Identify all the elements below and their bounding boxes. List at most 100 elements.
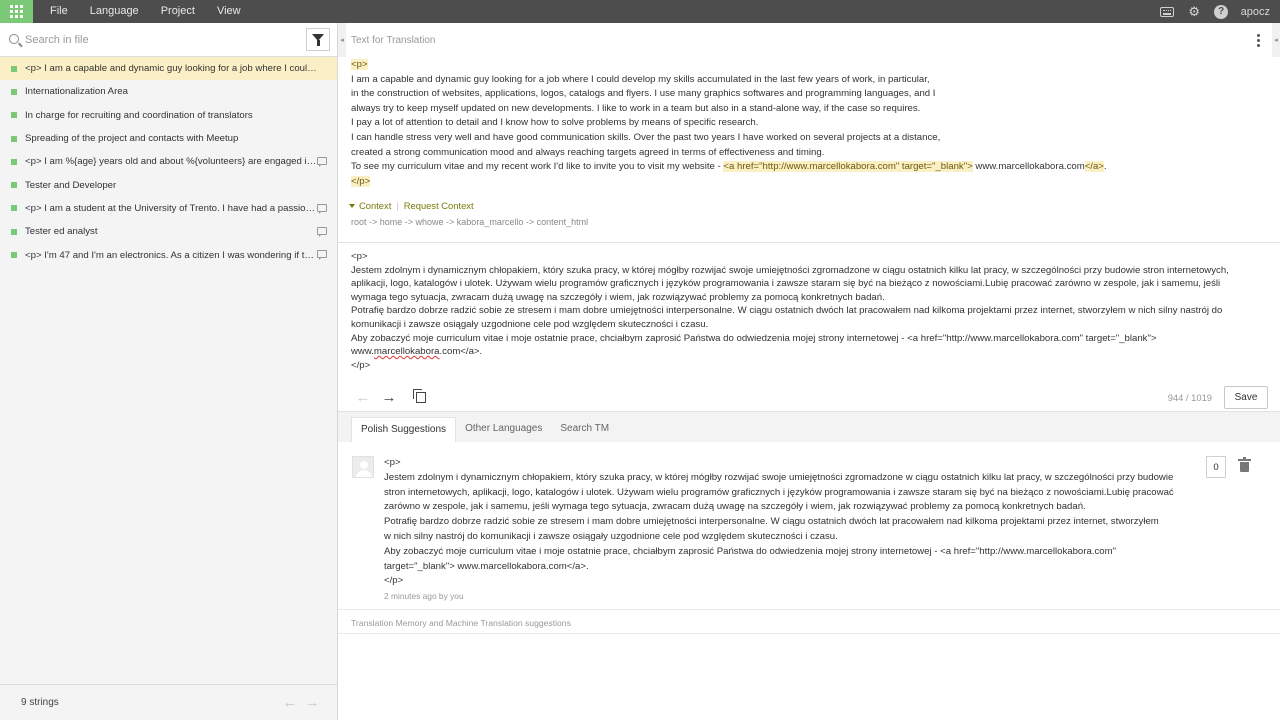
collapse-panel-handle[interactable]: ◂ (1272, 23, 1280, 57)
apps-menu-button[interactable] (0, 0, 33, 23)
top-bar: File Language Project View ⚙ ? apocz (0, 0, 1280, 23)
copy-source-button[interactable] (408, 384, 434, 410)
target-url-prefix: www. (351, 346, 374, 358)
search-input[interactable] (25, 24, 290, 55)
entity-text: Spreading of the project and contacts wi… (25, 133, 239, 145)
entity-text: <p> I am a capable and dynamic guy looki… (25, 63, 317, 75)
target-line: wymaga tego sytuacja, zwracam dużą uwagę… (351, 291, 885, 303)
menu-file[interactable]: File (39, 0, 79, 23)
copy-icon (413, 388, 426, 403)
target-line: Jestem zdolnym i dynamicznym chłopakiem,… (351, 264, 1229, 276)
target-line: aplikacji, logo, katalogów i ulotek. Uży… (351, 278, 1221, 290)
entity-list-item[interactable]: Internationalization Area (0, 80, 337, 103)
user-menu[interactable]: apocz (1235, 6, 1280, 18)
tm-suggestions-header: Translation Memory and Machine Translati… (351, 618, 571, 628)
suggestion-meta: 2 minutes ago by you (384, 591, 464, 601)
settings-button[interactable]: ⚙ (1181, 0, 1208, 23)
comment-icon (317, 250, 327, 261)
target-line: Potrafię bardzo dobrze radzić sobie ze s… (351, 305, 1223, 317)
suggestion-line: target="_blank"> www.marcellokabora.com<… (384, 560, 589, 572)
comment-icon (317, 203, 327, 214)
translated-status-icon (11, 228, 17, 235)
character-counter: 944 / 1019 (1167, 391, 1212, 403)
source-line: I can handle stress very well and have g… (351, 131, 941, 143)
sidebar-pagination: ← → (279, 694, 323, 711)
translated-status-icon (11, 252, 17, 259)
source-line: in the construction of websites, applica… (351, 88, 936, 100)
search-row (0, 23, 337, 57)
source-line: I pay a lot of attention to detail and I… (351, 117, 759, 129)
entity-list-item[interactable]: In charge for recruiting and coordinatio… (0, 104, 337, 127)
entity-list-item[interactable]: Spreading of the project and contacts wi… (0, 127, 337, 150)
keyboard-shortcuts-button[interactable] (1154, 0, 1181, 23)
menu-language[interactable]: Language (79, 0, 150, 23)
save-button[interactable]: Save (1224, 385, 1268, 409)
vote-count[interactable]: 0 (1206, 456, 1226, 478)
entity-list-item[interactable]: <p> I am %{age} years old and about %{vo… (0, 150, 337, 173)
top-right-tools: ⚙ ? apocz (1154, 0, 1280, 23)
request-context-link[interactable]: Request Context (404, 200, 474, 211)
suggestion-line: Aby zobaczyć moje curriculum vitae i moj… (384, 545, 1116, 557)
suggestion-line: stron internetowych, aplikacji, logo, ka… (384, 486, 1174, 498)
suggestion-line: </p> (384, 575, 404, 587)
entity-list-item[interactable]: <p> I am a student at the University of … (0, 197, 337, 220)
target-url-misspelled: marcellokabora (373, 346, 440, 358)
source-last-line: To see my curriculum vitae and my recent… (351, 160, 1251, 175)
strings-count: 9 strings (21, 697, 59, 708)
translated-status-icon (11, 112, 17, 119)
source-last-line-suffix: . (1103, 161, 1107, 173)
suggestion-line: Potrafię bardzo dobrze radzić sobie ze s… (384, 516, 1159, 528)
comment-icon (317, 157, 327, 168)
more-options-icon[interactable] (1257, 34, 1260, 47)
target-close-tag: </p> (351, 359, 371, 371)
divider (338, 609, 1280, 610)
translated-status-icon (11, 182, 17, 189)
source-close-tag: </p> (351, 175, 371, 187)
entity-list-item[interactable]: <p> I am a capable and dynamic guy looki… (0, 57, 337, 81)
editor-actions: ← → 944 / 1019 Save (338, 383, 1280, 411)
next-string-arrow-icon[interactable]: → (376, 384, 402, 410)
entity-list-item[interactable]: <p> I'm 47 and I'm an electronics. As a … (0, 243, 337, 266)
suggestion-item[interactable]: <p> Jestem zdolnym i dynamicznym chłopak… (338, 453, 1280, 608)
target-url-suffix: .com</a>. (439, 346, 483, 358)
target-line: komunikacji i zawsze osiągały uzgodnione… (351, 318, 709, 330)
divider (338, 633, 1280, 634)
source-last-line-prefix: To see my curriculum vitae and my recent… (351, 161, 724, 173)
translation-editor[interactable]: <p> Jestem zdolnym i dynamicznym chłopak… (351, 250, 1261, 372)
filter-button[interactable] (306, 28, 330, 51)
sidebar: <p> I am a capable and dynamic guy looki… (0, 23, 338, 720)
source-open-tag: <p> (351, 59, 368, 70)
help-button[interactable]: ? (1208, 0, 1235, 23)
help-icon: ? (1214, 4, 1229, 19)
source-line: I am a capable and dynamic guy looking f… (351, 73, 930, 85)
translated-status-icon (11, 88, 17, 95)
suggestion-line: Jestem zdolnym i dynamicznym chłopakiem,… (384, 471, 1174, 483)
source-header: Text for Translation (351, 35, 436, 46)
source-link-tag: <a href="http://www.marcellokabora.com" … (723, 161, 973, 173)
source-text: <p> I am a capable and dynamic guy looki… (351, 58, 1251, 189)
target-url-line: www.marcellokabora.com</a>. (351, 345, 1261, 359)
tab-search-tm[interactable]: Search TM (551, 417, 618, 442)
apps-grid-icon (10, 5, 23, 18)
tab-polish-suggestions[interactable]: Polish Suggestions (351, 417, 457, 442)
entity-list-item[interactable]: Tester ed analyst (0, 220, 337, 243)
context-separator: | (396, 200, 399, 211)
menu-project[interactable]: Project (150, 0, 206, 23)
context-toggle[interactable]: Context (359, 200, 391, 211)
source-line: created a strong communication mood and … (351, 146, 825, 158)
collapse-sidebar-handle[interactable]: ◂ (338, 23, 346, 57)
entity-text: <p> I'm 47 and I'm an electronics. As a … (25, 249, 317, 261)
trash-icon[interactable] (1238, 457, 1251, 472)
suggestions-tabs: Polish Suggestions Other Languages Searc… (338, 412, 1280, 442)
tab-other-languages[interactable]: Other Languages (456, 417, 551, 442)
target-line: <p> (351, 251, 368, 262)
entity-text: <p> I am %{age} years old and about %{vo… (25, 156, 317, 168)
next-page-arrow-icon[interactable]: → (301, 694, 323, 711)
menu-view[interactable]: View (206, 0, 252, 23)
translated-status-icon (11, 205, 17, 212)
entity-list-item[interactable]: Tester and Developer (0, 173, 337, 196)
entity-text: Tester and Developer (25, 179, 117, 191)
previous-string-arrow-icon[interactable]: ← (350, 384, 376, 410)
previous-page-arrow-icon[interactable]: ← (279, 694, 301, 711)
entity-text: Tester ed analyst (25, 226, 98, 238)
